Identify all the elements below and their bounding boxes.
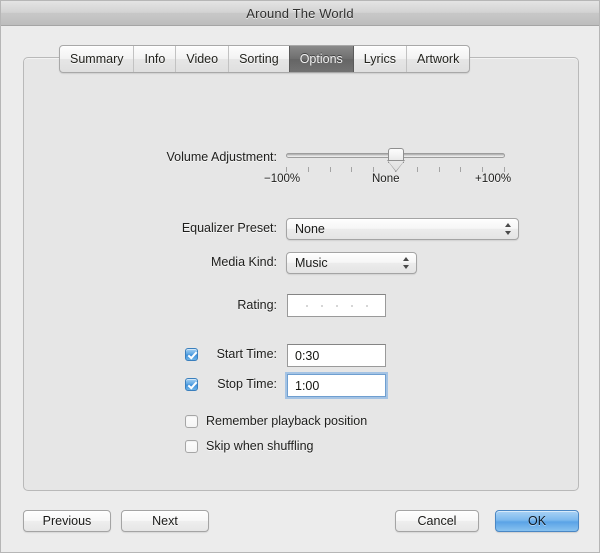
slider-tick [504,167,505,172]
next-button[interactable]: Next [121,510,209,532]
media-kind-value: Music [295,256,328,270]
tab-artwork[interactable]: Artwork [407,46,469,72]
start-time-input[interactable]: 0:30 [287,344,386,367]
equalizer-preset-value: None [295,222,325,236]
star-icon[interactable] [365,304,368,307]
rating-label: Rating: [237,298,277,312]
tab-bar: Summary Info Video Sorting Options Lyric… [59,45,471,73]
slider-tick [460,167,461,172]
remember-position-label: Remember playback position [206,414,368,428]
star-icon[interactable] [320,304,323,307]
skip-shuffling-checkbox[interactable] [185,439,198,453]
volume-min-label: −100% [264,173,301,185]
tab-sorting[interactable]: Sorting [229,46,290,72]
remember-position-row[interactable]: Remember playback position [24,414,600,428]
volume-slider-tick-labels: −100% None +100% [264,173,527,187]
tab-lyrics[interactable]: Lyrics [354,46,407,72]
cancel-button[interactable]: Cancel [395,510,479,532]
volume-slider[interactable]: −100% None +100% [264,146,511,188]
star-icon[interactable] [335,304,338,307]
star-icon[interactable] [350,304,353,307]
equalizer-preset-select[interactable]: None [286,218,519,240]
slider-tick [308,167,309,172]
slider-tick [482,167,483,172]
tab-video[interactable]: Video [176,46,230,72]
slider-tick [439,167,440,172]
stop-time-input[interactable]: 1:00 [287,374,386,397]
equalizer-preset-label: Equalizer Preset: [181,221,277,235]
volume-max-label: +100% [475,173,512,185]
slider-tick [373,167,374,172]
chevron-updown-icon [504,221,513,237]
volume-slider-thumb[interactable] [388,148,404,163]
options-panel: Volume Adjustment: −100% None +100% Equa… [23,57,579,491]
skip-shuffling-row[interactable]: Skip when shuffling [24,439,600,453]
window-titlebar: Around The World [1,1,599,26]
previous-button[interactable]: Previous [23,510,111,532]
volume-current-label: None [372,173,400,185]
slider-tick [417,167,418,172]
remember-position-checkbox[interactable] [185,414,198,428]
ok-button[interactable]: OK [495,510,579,532]
window-title: Around The World [246,5,354,21]
tab-summary[interactable]: Summary [60,46,135,72]
media-kind-label: Media Kind: [210,255,277,269]
media-kind-select[interactable]: Music [286,252,417,274]
tab-options[interactable]: Options [288,46,354,72]
skip-shuffling-label: Skip when shuffling [206,439,314,453]
volume-adjustment-label: Volume Adjustment: [166,150,277,164]
rating-stars-control[interactable] [287,294,386,317]
stop-time-label: Stop Time: [217,377,277,391]
slider-tick [330,167,331,172]
start-time-label: Start Time: [216,347,277,361]
stop-time-checkbox[interactable] [185,378,198,391]
tab-info[interactable]: Info [134,46,177,72]
start-time-checkbox[interactable] [185,348,198,361]
star-icon[interactable] [305,304,308,307]
slider-tick [286,167,287,172]
chevron-updown-icon [402,255,411,271]
slider-tick [351,167,352,172]
track-info-dialog: Around The World Summary Info Video Sort… [0,0,600,553]
